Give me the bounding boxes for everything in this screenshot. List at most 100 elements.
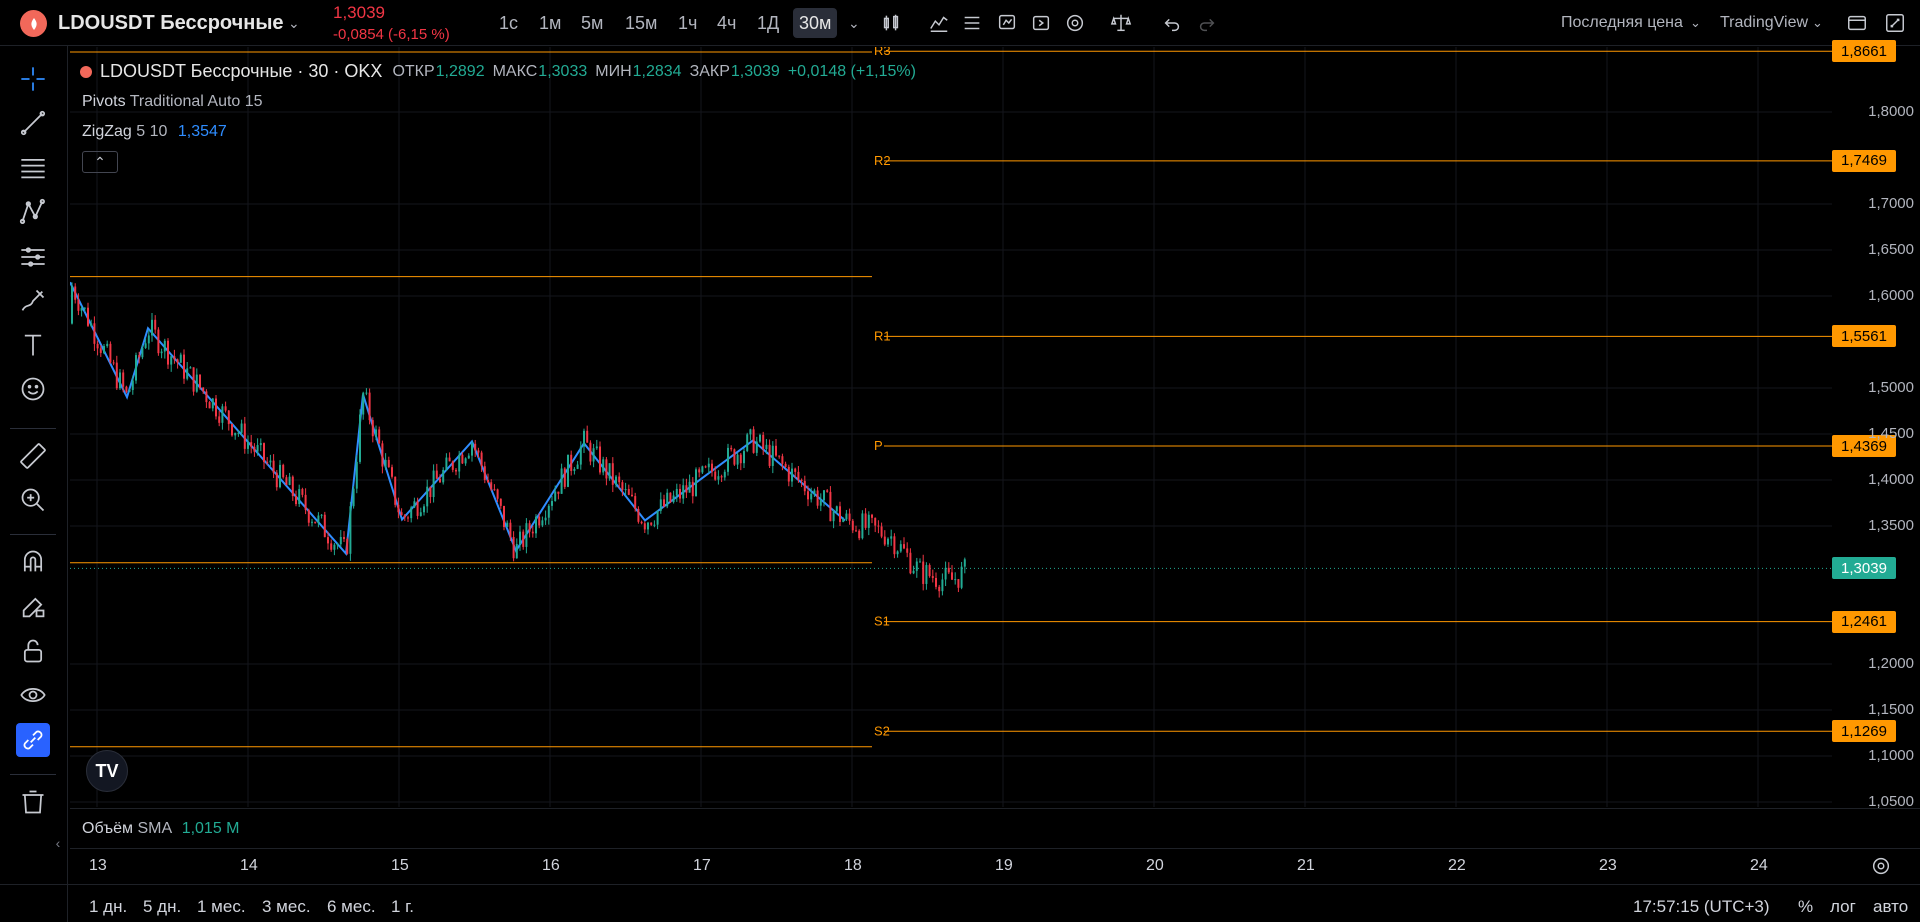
fib-levels-icon[interactable] — [16, 151, 50, 185]
ruler-icon[interactable] — [16, 439, 50, 473]
log-toggle[interactable]: лог — [1830, 897, 1856, 917]
magnet-icon[interactable] — [16, 545, 50, 579]
crosshair-icon[interactable] — [16, 62, 50, 96]
timeframe-chevron-icon[interactable]: ⌄ — [848, 0, 860, 46]
templates-icon[interactable] — [961, 0, 983, 46]
range-1d[interactable]: 1 дн. — [89, 897, 127, 917]
candle-body — [922, 561, 925, 584]
tradingview-logo-icon[interactable]: TV — [86, 750, 128, 792]
range-6m[interactable]: 6 мес. — [327, 897, 376, 917]
candle-body — [749, 429, 752, 435]
compare-scales-icon[interactable] — [1110, 0, 1132, 46]
eye-icon[interactable] — [16, 678, 50, 712]
emoji-icon[interactable] — [16, 372, 50, 406]
range-1y[interactable]: 1 г. — [391, 897, 414, 917]
settings-icon[interactable] — [1870, 855, 1892, 882]
candle-body — [218, 416, 221, 423]
trash-icon[interactable] — [16, 785, 50, 819]
chevron-down-icon[interactable]: ⌄ — [288, 0, 300, 46]
candle-body — [570, 454, 573, 472]
candle-body — [349, 506, 352, 554]
candle-body — [778, 455, 781, 457]
candle-body — [541, 520, 544, 526]
candle-body — [391, 467, 393, 477]
candle-body — [576, 464, 579, 469]
candle-body — [192, 367, 195, 392]
candle-body — [423, 506, 425, 513]
timeframe-1s[interactable]: 1с — [493, 0, 524, 46]
candle-body — [791, 468, 793, 482]
price-tick: 1,6000 — [1868, 287, 1914, 304]
indicators-icon[interactable] — [928, 0, 950, 46]
candle-body — [413, 501, 416, 508]
provider-dropdown[interactable]: TradingView — [1720, 0, 1808, 46]
timeframe-15m[interactable]: 15м — [619, 0, 663, 46]
percent-toggle[interactable]: % — [1798, 897, 1813, 917]
collapse-toolbar-icon[interactable]: ‹ — [52, 826, 64, 860]
chart-pane[interactable]: R3 R2 R1 P S1 S2 — [70, 47, 1832, 807]
candle-body — [525, 523, 528, 547]
pattern-icon[interactable] — [16, 195, 50, 229]
symbol-name-button[interactable]: LDOUSDT Бессрочные — [58, 0, 284, 46]
candle-body — [781, 456, 784, 464]
candle-body — [211, 398, 214, 409]
alert-icon[interactable] — [996, 0, 1018, 46]
candle-body — [522, 531, 525, 547]
fullscreen-icon[interactable] — [1884, 0, 1906, 46]
candle-body — [227, 410, 230, 425]
low-label: МИН — [595, 62, 632, 80]
volume-name: Объём — [82, 820, 133, 837]
candle-body — [333, 544, 336, 550]
pivot-price-tag-R2: 1,7469 — [1832, 149, 1896, 172]
timeframe-1m[interactable]: 1м — [533, 0, 567, 46]
candle-body — [938, 586, 941, 592]
undo-icon[interactable] — [1161, 0, 1183, 46]
forecast-icon[interactable] — [16, 240, 50, 274]
candle-body — [106, 343, 109, 347]
redo-icon[interactable] — [1196, 0, 1218, 46]
text-icon[interactable] — [16, 328, 50, 362]
layout-icon[interactable] — [1846, 0, 1868, 46]
timeframe-5m[interactable]: 5м — [575, 0, 609, 46]
pivots-indicator-legend[interactable]: Pivots Traditional Auto 15 — [82, 93, 263, 111]
candle-body — [931, 576, 934, 578]
unlock-icon[interactable] — [16, 634, 50, 668]
time-axis[interactable]: 13 14 15 16 17 18 19 20 21 22 23 24 — [70, 848, 1920, 884]
zigzag-indicator-legend[interactable]: ZigZag 5 10 1,3547 — [82, 123, 227, 141]
range-5d[interactable]: 5 дн. — [143, 897, 181, 917]
candle-body — [464, 458, 467, 464]
volume-pane[interactable]: Объём SMA 1,015 M — [70, 808, 1920, 848]
timeframe-1d[interactable]: 1Д — [751, 0, 785, 46]
auto-toggle[interactable]: авто — [1873, 897, 1908, 917]
candle-body — [605, 459, 608, 479]
candle-body — [426, 486, 429, 507]
candle-body — [695, 469, 697, 497]
zoom-in-icon[interactable] — [16, 483, 50, 517]
candles-icon[interactable] — [880, 0, 902, 46]
candle-body — [867, 514, 870, 528]
candle-body — [829, 491, 832, 522]
price-type-dropdown[interactable]: Последняя цена — [1561, 0, 1683, 46]
replay-icon[interactable] — [1030, 0, 1052, 46]
timeframe-4h[interactable]: 4ч — [711, 0, 742, 46]
price-axis[interactable]: 1,8661 1,7469 1,5561 1,4369 1,2461 1,1269 1,80… — [1832, 40, 1920, 810]
timeframe-30m[interactable]: 30м — [793, 8, 838, 38]
range-3m[interactable]: 3 мес. — [262, 897, 311, 917]
trend-line-icon[interactable] — [16, 106, 50, 140]
brush-icon[interactable] — [16, 284, 50, 318]
collapse-legend-button[interactable]: ⌃ — [82, 151, 118, 173]
link-icon[interactable] — [16, 723, 50, 757]
volume-sma-label: SMA — [137, 820, 172, 837]
candle-body — [925, 565, 928, 584]
time-tick-13: 13 — [89, 857, 107, 874]
price-chart[interactable]: R3 R2 R1 P S1 S2 — [70, 47, 1832, 807]
candle-body — [659, 499, 662, 511]
gear-icon[interactable] — [1064, 0, 1086, 46]
candle-body — [877, 525, 880, 527]
candle-body — [563, 468, 566, 487]
range-1m[interactable]: 1 мес. — [197, 897, 246, 917]
clock[interactable]: 17:57:15 (UTC+3) — [1633, 897, 1770, 917]
timeframe-1h[interactable]: 1ч — [672, 0, 703, 46]
candle-body — [883, 536, 886, 545]
lock-drawing-icon[interactable] — [16, 590, 50, 624]
